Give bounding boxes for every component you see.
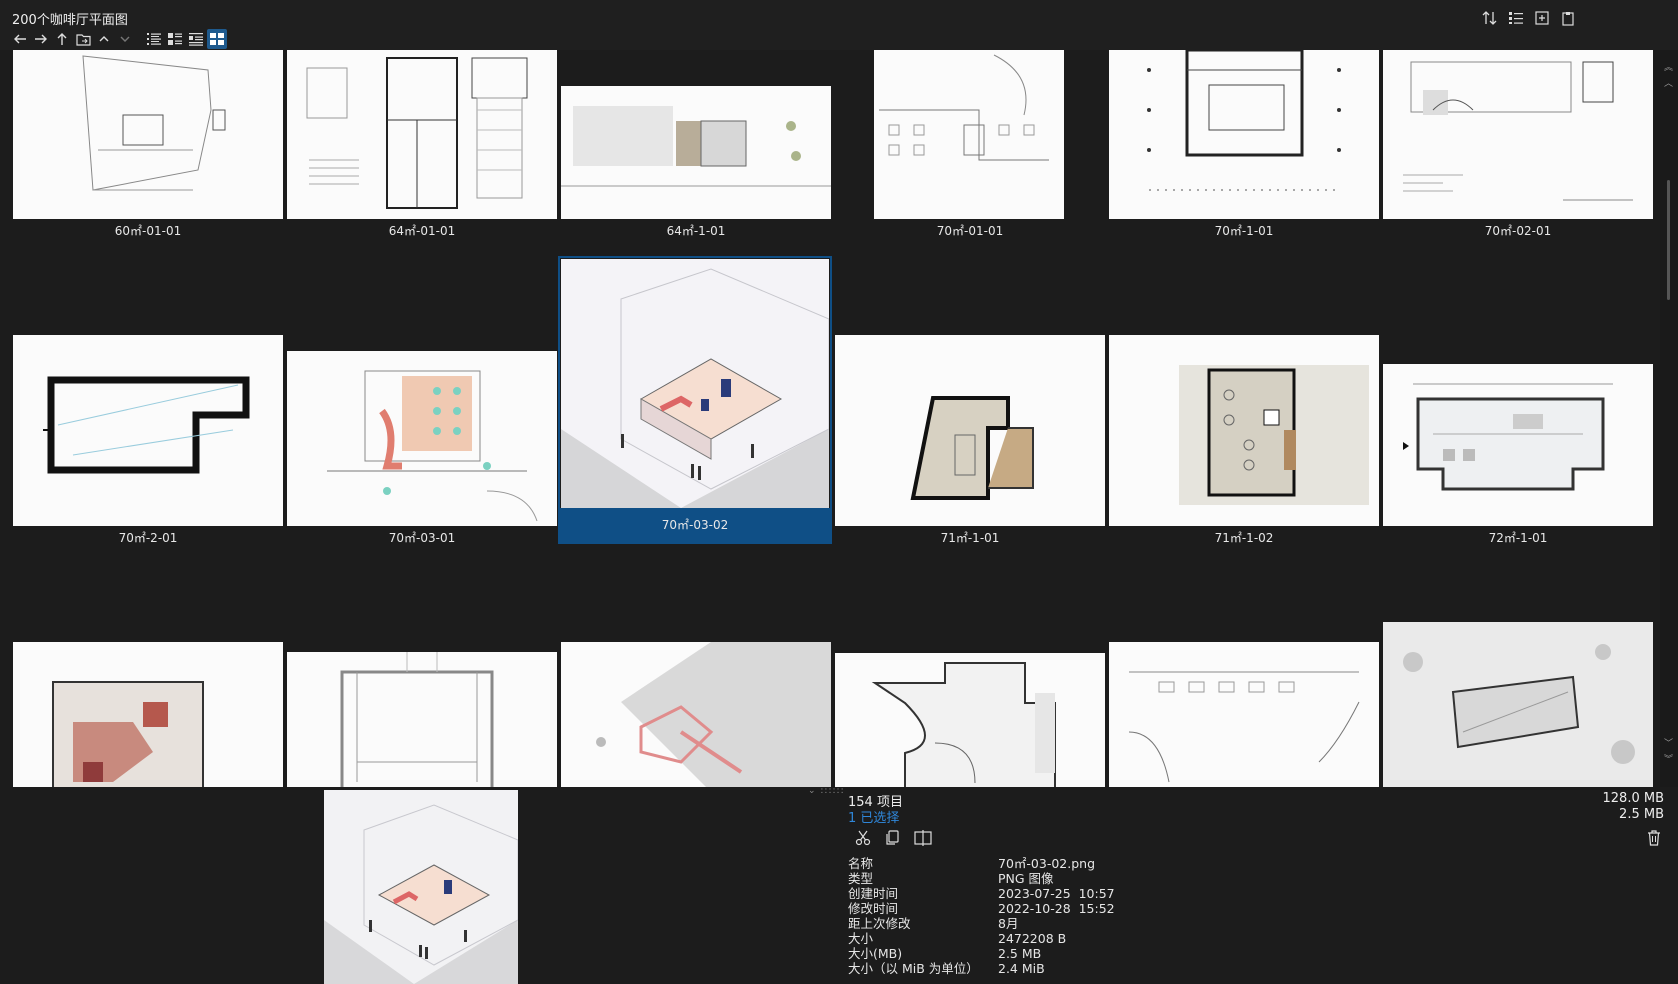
property-row: 类型 PNG 图像 [848, 871, 1054, 886]
thumbnail-item[interactable]: 64㎡-01-01 [286, 50, 558, 240]
thumbnail-label: 70㎡-01-01 [936, 224, 1004, 238]
thumbnail-image [835, 653, 1105, 787]
thumbnail-item[interactable]: 70㎡-2-01 [12, 335, 284, 555]
thumbnail-image [13, 642, 283, 787]
thumbnail-item-selected[interactable]: 70㎡-03-02 [558, 256, 832, 556]
scroll-bottom-icon[interactable]: ︾ [1664, 756, 1673, 765]
preview-image [324, 804, 518, 984]
properties-list: 名称 70㎡-03-02.png 类型 PNG 图像 创建时间 2023-07-25 … [848, 856, 1115, 976]
thumbnail-label: 71㎡-1-01 [940, 531, 1000, 545]
title-bar: 200个咖啡厅平面图 [0, 0, 1678, 50]
property-row: 修改时间 2022-10-28 15:52 [848, 901, 1115, 916]
pane-splitter[interactable]: ⌄ :::::: [808, 786, 845, 796]
thumbnail-item[interactable] [12, 642, 284, 787]
thumbnail-label: 70㎡-03-02 [661, 518, 729, 532]
total-size: 128.0 MB [1602, 791, 1664, 806]
property-row: 名称 70㎡-03-02.png [848, 856, 1096, 871]
thumbnail-item[interactable]: 72㎡-1-01 [1382, 335, 1654, 555]
scroll-down-icon[interactable]: ﹀ [1664, 740, 1673, 749]
thumbnail-label: 64㎡-01-01 [388, 224, 456, 238]
delete-icon[interactable] [1644, 828, 1664, 848]
clipboard-icon[interactable] [1558, 8, 1578, 28]
thumbnail-image [561, 259, 829, 508]
new-tab-icon[interactable] [1532, 8, 1552, 28]
thumbnail-image [1109, 50, 1379, 219]
thumbnail-item[interactable]: 70㎡-03-01 [286, 335, 558, 555]
thumbnail-item[interactable] [286, 652, 558, 787]
info-panel: 154 项目 1 已选择 128.0 MB 2.5 MB 名称 70㎡-03-02… [848, 790, 1668, 984]
detail-view-icon[interactable] [165, 29, 185, 49]
thumbnail-label: 70㎡-2-01 [118, 531, 178, 545]
thumbnail-label: 70㎡-1-01 [1214, 224, 1274, 238]
thumbnail-grid[interactable]: 60㎡-01-01 64㎡-01-01 64㎡-1-01 70㎡-01-01 7… [0, 50, 1660, 787]
scrollbar-thumb[interactable] [1667, 180, 1670, 300]
thumbnail-image [13, 335, 283, 526]
thumbnail-image [287, 351, 557, 526]
sort-icon[interactable] [1480, 8, 1500, 28]
thumbnail-image [13, 50, 283, 219]
property-row: 大小 2472208 B [848, 931, 1067, 946]
thumbnail-item[interactable]: 60㎡-01-01 [12, 50, 284, 240]
scrollbar[interactable]: ︽ ︿ ﹀ ︾ [1660, 50, 1678, 787]
scroll-up-icon[interactable]: ︿ [1664, 80, 1673, 89]
thumbnail-item[interactable] [1382, 622, 1654, 787]
thumbnail-item[interactable] [560, 642, 832, 787]
thumbnail-image [1383, 50, 1653, 219]
selected-size: 2.5 MB [1619, 807, 1664, 822]
thumbnail-image [561, 86, 831, 219]
thumbnail-image [1383, 364, 1653, 526]
forward-arrow-icon[interactable] [31, 29, 51, 49]
property-row: 大小（以 MiB 为单位） 2.4 MiB [848, 961, 1045, 976]
scroll-top-icon[interactable]: ︽ [1664, 64, 1673, 73]
thumbnail-label: 72㎡-1-01 [1488, 531, 1548, 545]
thumbnail-label: 64㎡-1-01 [666, 224, 726, 238]
thumbnail-item[interactable]: 70㎡-02-01 [1382, 50, 1654, 240]
layout-icon[interactable] [1506, 8, 1526, 28]
thumbnail-image [1109, 642, 1379, 787]
window-title: 200个咖啡厅平面图 [12, 13, 128, 28]
copy-icon[interactable] [882, 827, 904, 849]
cut-icon[interactable] [852, 827, 874, 849]
folder-icon[interactable] [73, 29, 93, 49]
thumbnail-label: 70㎡-03-01 [388, 531, 456, 545]
thumbnail-label: 60㎡-01-01 [114, 224, 182, 238]
tile-view-icon[interactable] [186, 29, 206, 49]
thumbnail-item[interactable]: 64㎡-1-01 [560, 50, 832, 240]
thumbnail-label: 71㎡-1-02 [1214, 531, 1274, 545]
property-row: 距上次修改 8月 [848, 916, 1019, 931]
thumbnail-label: 70㎡-02-01 [1484, 224, 1552, 238]
property-row: 创建时间 2023-07-25 10:57 [848, 886, 1115, 901]
thumbnail-image [1383, 622, 1653, 787]
chevron-up-icon[interactable] [94, 29, 114, 49]
navigation-toolbar [10, 29, 228, 49]
property-row: 大小(MB) 2.5 MB [848, 946, 1042, 961]
thumbnail-view-icon[interactable] [207, 29, 227, 49]
chevron-down-icon[interactable] [115, 29, 135, 49]
thumbnail-image [287, 652, 557, 787]
thumbnail-image [874, 50, 1064, 219]
thumbnail-item[interactable]: 70㎡-1-01 [1108, 50, 1380, 240]
thumbnail-image [561, 642, 831, 787]
back-arrow-icon[interactable] [10, 29, 30, 49]
selected-count[interactable]: 1 已选择 [848, 807, 899, 826]
thumbnail-item[interactable] [834, 653, 1106, 787]
preview-pane [324, 790, 518, 984]
list-view-icon[interactable] [144, 29, 164, 49]
thumbnail-item[interactable]: 70㎡-01-01 [834, 50, 1106, 240]
thumbnail-item[interactable]: 71㎡-1-01 [834, 335, 1106, 555]
thumbnail-item[interactable]: 71㎡-1-02 [1108, 335, 1380, 555]
thumbnail-item[interactable] [1108, 642, 1380, 787]
up-arrow-icon[interactable] [52, 29, 72, 49]
thumbnail-image [1109, 335, 1379, 526]
file-actions [852, 827, 934, 849]
thumbnail-image [287, 50, 557, 219]
thumbnail-image [835, 335, 1105, 526]
compare-icon[interactable] [912, 827, 934, 849]
right-toolbar [1480, 8, 1578, 28]
